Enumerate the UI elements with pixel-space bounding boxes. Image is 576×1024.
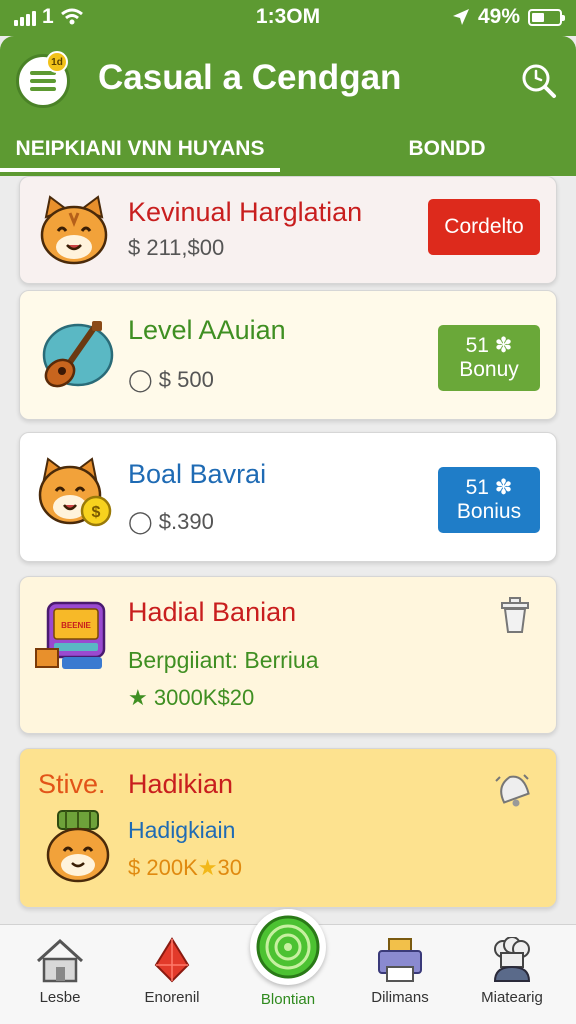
dollar-glyph: $ [128, 855, 141, 880]
arcade-icon: BEENIE [35, 601, 106, 669]
nav-item-dilimans[interactable]: Dilimans [345, 933, 455, 1006]
nav-item-lesbe[interactable]: Lesbe [5, 933, 115, 1006]
cook-icon [493, 937, 531, 982]
cordelto-button[interactable]: Cordelto [428, 199, 540, 255]
nav-label: Miatearig [481, 989, 543, 1006]
nav-label: Lesbe [39, 989, 81, 1006]
location-arrow-icon [452, 9, 469, 25]
star-icon: ★ [128, 685, 148, 710]
button-top: 51 ✽ [465, 333, 513, 357]
battery-icon [528, 8, 565, 26]
house-icon [36, 938, 84, 983]
nav-item-blontian[interactable] [250, 909, 326, 985]
card-subtitle: Berpgiiant: Berriua [128, 647, 319, 673]
card-title: Boal Bavrai [128, 459, 267, 489]
app-title: Casual a Cendgan [98, 58, 402, 97]
app-bar: 1d Casual a Cendgan NEIPKIANI VNN HUYANS… [0, 36, 576, 176]
cat-hat-icon [46, 810, 110, 883]
star-icon: ★ [197, 855, 218, 880]
cat-face-icon [40, 195, 108, 265]
card-prefix: Stive. [38, 769, 106, 799]
svg-text:$: $ [92, 504, 101, 521]
button-label: Cordelto [444, 214, 524, 238]
bonus-button[interactable]: 51 ✽ Bonius [438, 467, 540, 533]
nav-label-active: Blontian [260, 991, 316, 1008]
card-level[interactable]: Level AAuian ◯ $ 500 51 ✽ Bonuy [19, 290, 557, 420]
gem-icon [154, 937, 190, 983]
button-label: Bonius [456, 500, 522, 523]
status-bar: 1 1:3OM 49% [0, 0, 576, 36]
nav-item-miatearig[interactable]: Miatearig [457, 933, 567, 1006]
nav-label: Dilimans [371, 989, 429, 1006]
card-boal[interactable]: $ Boal Bavrai ◯ $.390 51 ✽ Bonius [19, 432, 557, 562]
card-meta: $ 200K★30 [128, 855, 242, 881]
medal-icon: ◯ [128, 367, 153, 392]
card-title: Hadikian [128, 769, 234, 799]
guitar-icon [42, 321, 114, 388]
trash-icon[interactable] [498, 595, 532, 635]
tab-bondd[interactable]: BONDD [318, 132, 576, 172]
bell-icon[interactable] [492, 769, 532, 809]
card-hadikian[interactable]: Stive. Hadikian Hadigkiain $ 200K★30 [19, 748, 557, 908]
search-icon[interactable] [518, 60, 558, 100]
card-meta-star-value: 30 [217, 855, 242, 880]
bonus-button[interactable]: 51 ✽ Bonuy [438, 325, 540, 391]
card-meta-value: 3000K$20 [153, 685, 255, 710]
card-price-value: $.390 [158, 509, 214, 534]
spiral-icon [256, 915, 320, 979]
card-meta: ★ 3000K$20 [128, 685, 254, 711]
card-title: Hadial Banian [128, 597, 297, 627]
card-meta-value: 200K [146, 855, 198, 880]
card-title: Kevinual Harglatian [128, 197, 363, 227]
card-kevinual[interactable]: Kevinual Harglatian $ 211,$00 Cordelto [19, 176, 557, 284]
card-title: Level AAuian [128, 315, 286, 345]
printer-icon [378, 938, 422, 982]
button-label: Bonuy [459, 358, 519, 381]
splat-icon: ✽ [494, 333, 513, 357]
battery-percent: 49% [477, 5, 520, 28]
card-price: ◯ $ 500 [128, 367, 214, 393]
tab-neipkiani[interactable]: NEIPKIANI VNN HUYANS [0, 132, 280, 172]
card-price: $ 211,$00 [128, 235, 225, 260]
medal-icon: ◯ [128, 509, 153, 534]
card-price: ◯ $.390 [128, 509, 214, 535]
button-top: 51 ✽ [465, 475, 513, 499]
nav-item-enorenil[interactable]: Enorenil [117, 933, 227, 1006]
bottom-nav: Lesbe Enorenil Blontian Dilimans Miatear… [0, 909, 576, 1024]
card-price-value: $ 500 [158, 367, 214, 392]
splat-icon: ✽ [494, 475, 513, 499]
cat-coin-icon: $ [38, 457, 112, 527]
card-subtitle: Hadigkiain [128, 817, 236, 843]
menu-badge: 1d [46, 51, 68, 73]
card-hadial[interactable]: BEENIE Hadial Banian Berpgiiant: Berriua… [19, 576, 557, 734]
status-right: 49% [452, 5, 565, 29]
nav-label: Enorenil [144, 989, 200, 1006]
svg-text:BEENIE: BEENIE [61, 621, 91, 630]
